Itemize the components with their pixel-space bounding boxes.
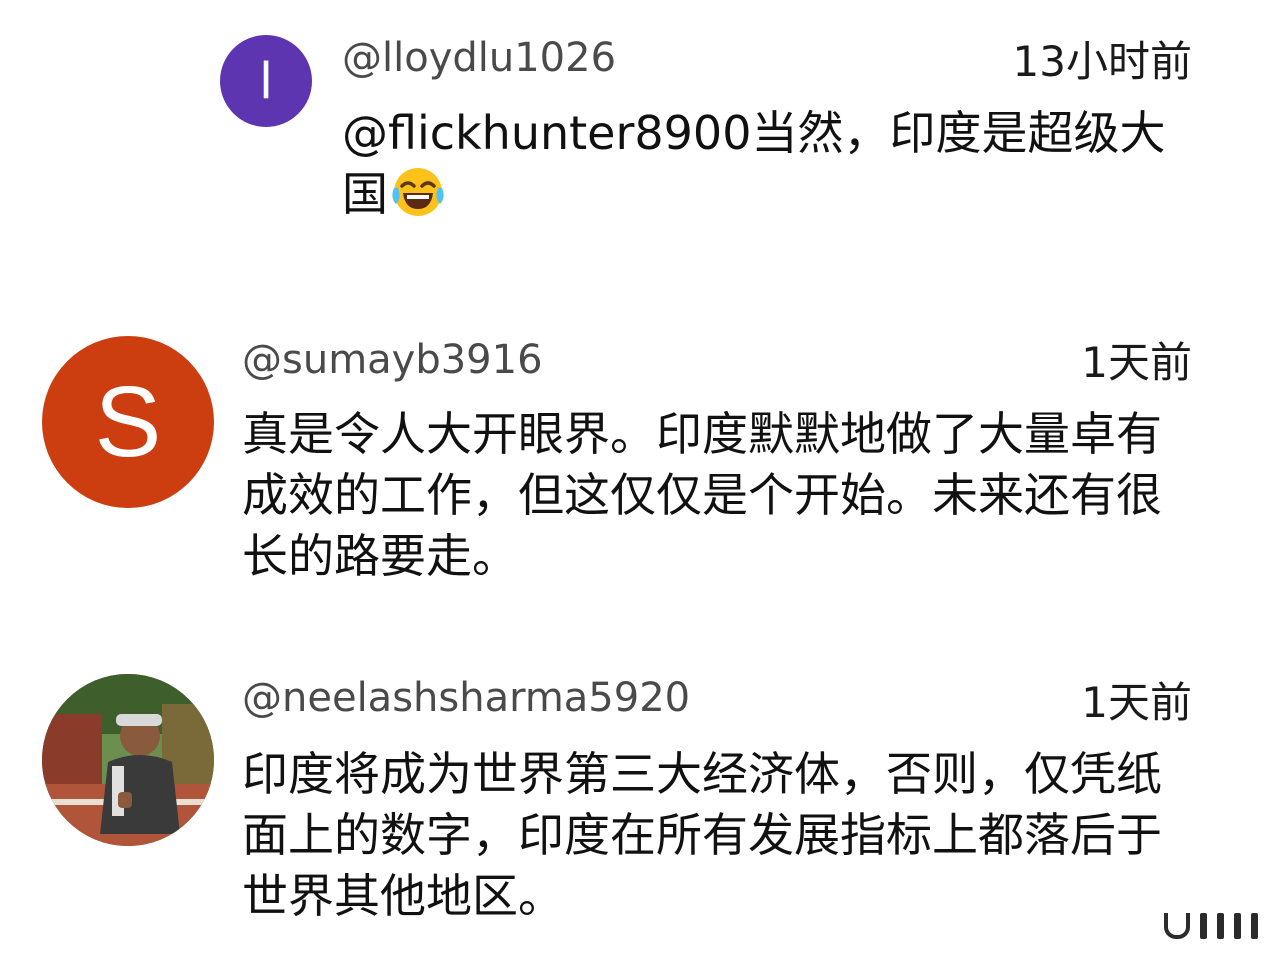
comment-timestamp: 13小时前: [1012, 37, 1192, 86]
signal-bar-icon: [1234, 913, 1241, 939]
comment-author[interactable]: @sumayb3916: [242, 336, 543, 384]
comment-text-line: @flickhunter8900当然，印度是超级大: [342, 106, 1166, 160]
signal-bar-icon: [1251, 913, 1258, 939]
avatar[interactable]: l: [220, 35, 312, 127]
avatar-photo[interactable]: [42, 674, 214, 846]
avatar-letter: S: [94, 366, 162, 478]
comment-item: @neelashsharma5920 1天前 印度将成为世界第三大经济体，否则，…: [0, 670, 1280, 960]
comment-author[interactable]: @lloydlu1026: [342, 34, 616, 82]
avatar-letter: l: [260, 52, 272, 110]
signal-bar-icon: [1217, 913, 1224, 939]
comment-text: 真是令人大开眼界。印度默默地做了大量卓有成效的工作，但这仅仅是个开始。未来还有很…: [242, 407, 1162, 583]
comment-text: 印度将成为世界第三大经济体，否则，仅凭纸面上的数字，印度在所有发展指标上都落后于…: [242, 747, 1162, 923]
profile-photo-image: [42, 674, 214, 846]
face-with-tears-of-joy-icon: [390, 164, 446, 220]
signal-bar-icon: [1200, 913, 1207, 939]
comment-author[interactable]: @neelashsharma5920: [242, 674, 690, 722]
comment-timestamp: 1天前: [1081, 338, 1192, 387]
pill-icon: [1164, 913, 1190, 939]
avatar[interactable]: S: [42, 336, 214, 508]
comment-timestamp: 1天前: [1081, 678, 1192, 727]
system-indicator-icon: [1164, 913, 1258, 939]
comment-item: l @lloydlu1026 13小时前 @flickhunter8900当然，…: [0, 0, 1280, 260]
comment-text: @flickhunter8900当然，印度是超级大 国: [342, 103, 1202, 225]
comment-item: S @sumayb3916 1天前 真是令人大开眼界。印度默默地做了大量卓有成效…: [0, 330, 1280, 620]
comment-text-line: 国: [342, 167, 388, 221]
